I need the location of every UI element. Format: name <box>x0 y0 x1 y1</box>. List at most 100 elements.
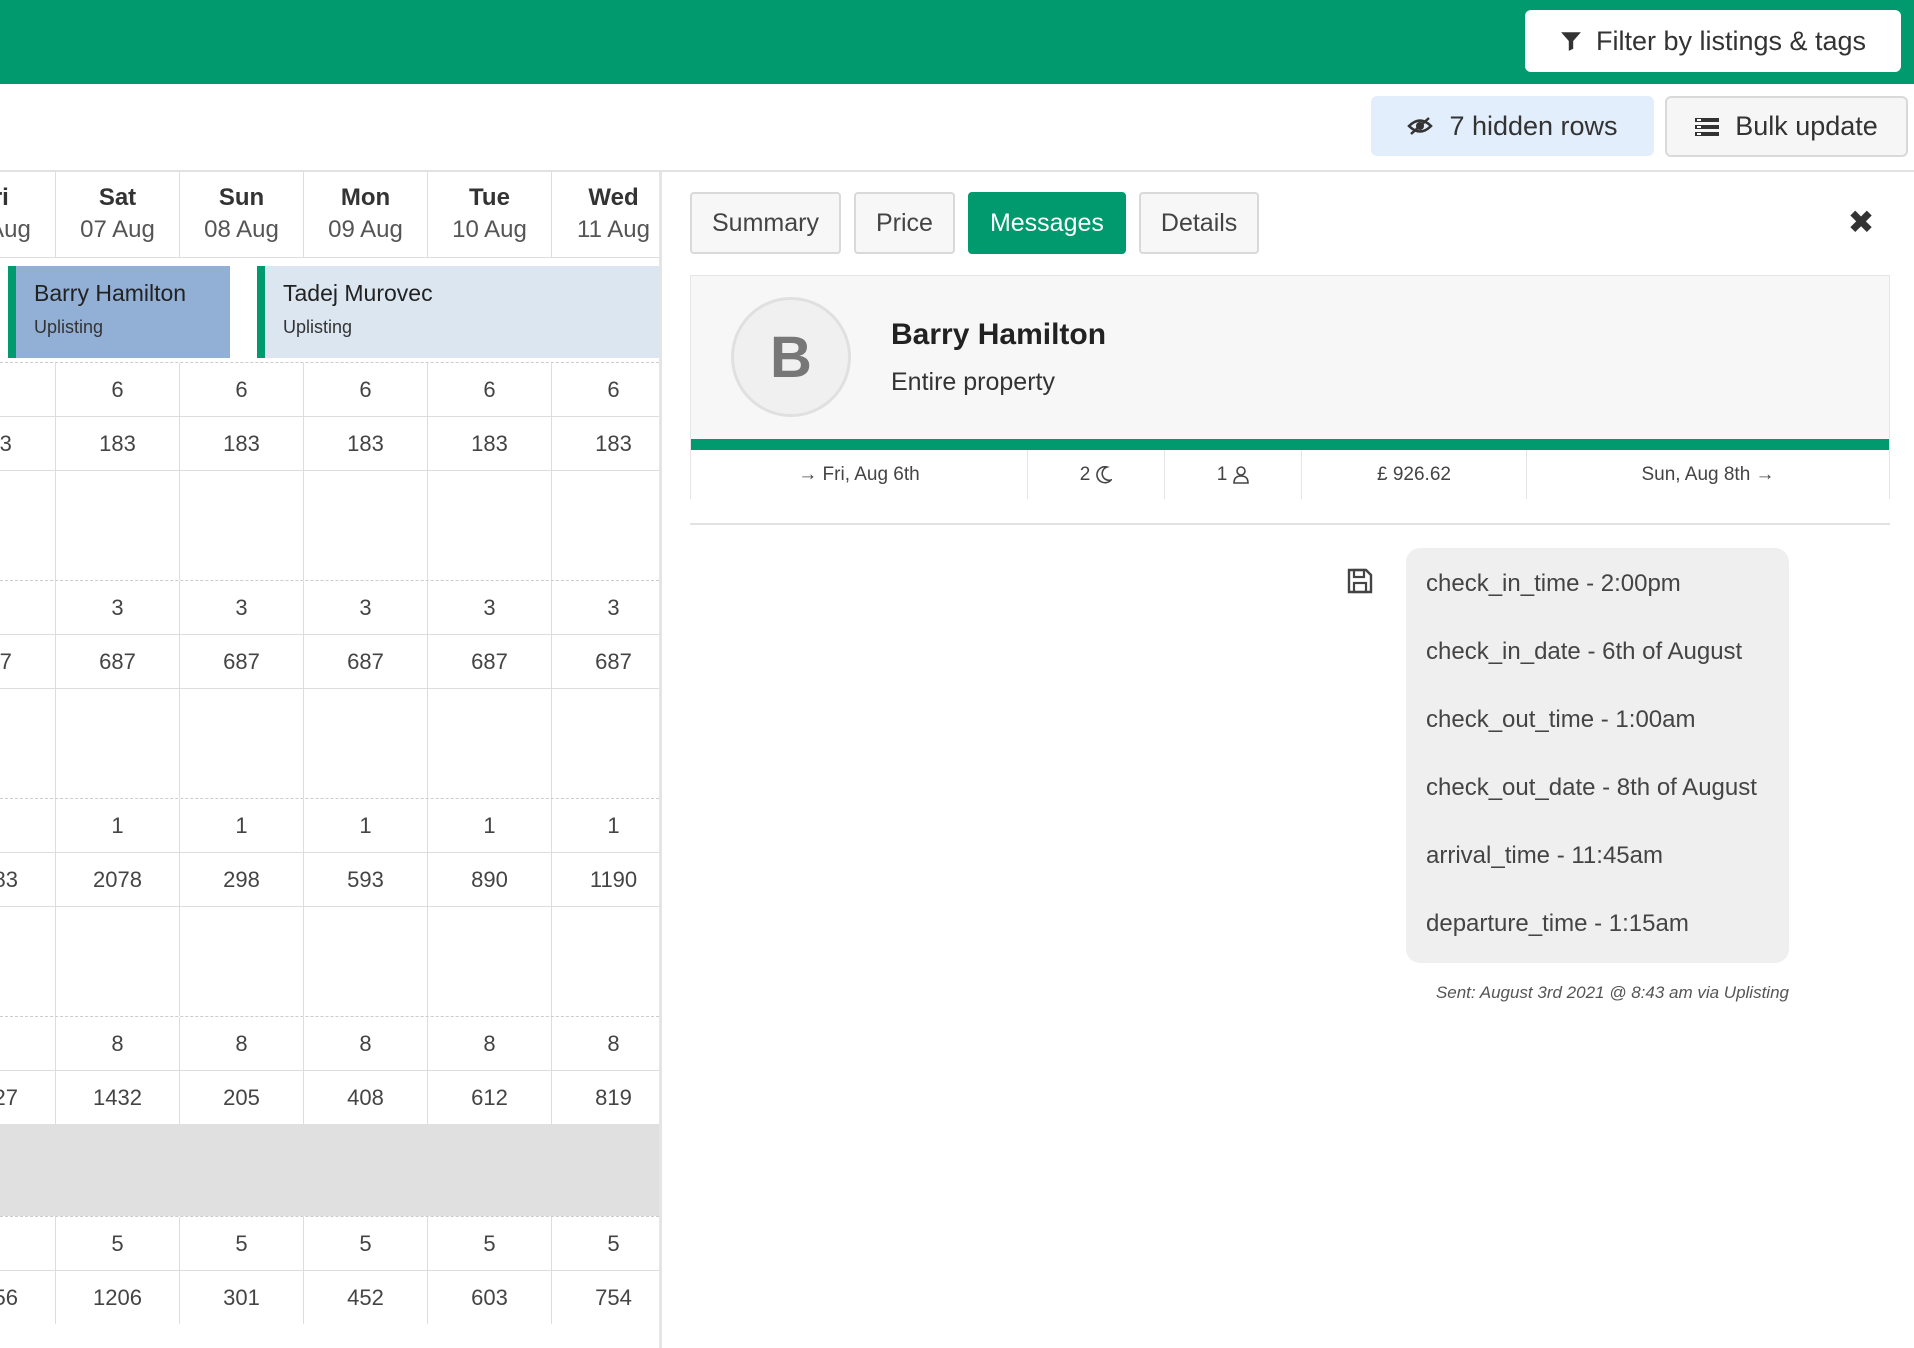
calendar-cell[interactable]: 6 <box>304 363 428 416</box>
calendar-cell[interactable]: 8 <box>56 1017 180 1070</box>
calendar-cell[interactable]: 8 <box>180 1017 304 1070</box>
calendar-cell[interactable] <box>0 907 56 1016</box>
calendar-cell[interactable]: 1190 <box>552 853 659 906</box>
column-header[interactable]: Wed 11 Aug <box>552 172 659 258</box>
calendar-cell[interactable]: 8 <box>0 1017 56 1070</box>
calendar-cell[interactable] <box>428 907 552 1016</box>
hidden-rows-button[interactable]: 7 hidden rows <box>1371 96 1654 156</box>
column-header[interactable]: Fri 06 Aug <box>0 172 56 258</box>
calendar-cell[interactable]: 687 <box>0 635 56 688</box>
calendar-cell[interactable]: 5 <box>0 1217 56 1270</box>
calendar-cell[interactable] <box>304 907 428 1016</box>
calendar-cell[interactable]: 408 <box>304 1071 428 1124</box>
calendar-cell[interactable]: 205 <box>180 1071 304 1124</box>
calendar-cell[interactable]: 3 <box>552 581 659 634</box>
calendar-cell[interactable]: 3 <box>428 581 552 634</box>
calendar-cell[interactable]: 1 <box>428 799 552 852</box>
calendar-cell[interactable]: 612 <box>428 1071 552 1124</box>
calendar-cell[interactable]: 183 <box>552 417 659 470</box>
tab-summary[interactable]: Summary <box>690 192 841 254</box>
calendar-cell[interactable]: 1 <box>56 799 180 852</box>
calendar-cell[interactable]: 5 <box>552 1217 659 1270</box>
calendar-cell[interactable] <box>56 689 180 798</box>
calendar-cell[interactable]: 603 <box>428 1271 552 1324</box>
calendar-cell[interactable]: 687 <box>56 635 180 688</box>
calendar-cell[interactable]: 5 <box>304 1217 428 1270</box>
calendar-cell[interactable]: 1 <box>0 799 56 852</box>
calendar-cell[interactable]: 687 <box>552 635 659 688</box>
booking-bar[interactable]: Barry Hamilton Uplisting <box>8 266 230 358</box>
calendar-cell[interactable] <box>428 471 552 580</box>
calendar-cell[interactable]: 3 <box>180 581 304 634</box>
calendar-cell[interactable]: 1 <box>552 799 659 852</box>
tab-price[interactable]: Price <box>853 192 955 254</box>
calendar-cell[interactable]: 3 <box>304 581 428 634</box>
booking-guest-name: Tadej Murovec <box>283 280 433 306</box>
calendar-cell[interactable]: 6 <box>0 363 56 416</box>
calendar-cell[interactable]: 8 <box>304 1017 428 1070</box>
calendar-cell[interactable]: 1206 <box>56 1271 180 1324</box>
calendar-cell[interactable]: 819 <box>552 1071 659 1124</box>
calendar-cell[interactable]: 1056 <box>0 1271 56 1324</box>
calendar-cell[interactable]: 183 <box>180 417 304 470</box>
calendar-cell[interactable] <box>0 689 56 798</box>
column-date: 11 Aug <box>577 216 650 243</box>
calendar-cell[interactable]: 452 <box>304 1271 428 1324</box>
calendar-cell[interactable]: 6 <box>56 363 180 416</box>
calendar-cell[interactable]: 8 <box>428 1017 552 1070</box>
calendar-cell[interactable]: 1432 <box>56 1071 180 1124</box>
column-header[interactable]: Mon 09 Aug <box>304 172 428 258</box>
booking-bar[interactable]: Tadej Murovec Uplisting <box>257 266 659 358</box>
column-header[interactable]: Sat 07 Aug <box>56 172 180 258</box>
calendar-cell[interactable]: 3 <box>0 581 56 634</box>
column-header[interactable]: Sun 08 Aug <box>180 172 304 258</box>
calendar-cell[interactable] <box>304 689 428 798</box>
calendar-cell[interactable]: 754 <box>552 1271 659 1324</box>
calendar-cell[interactable]: 687 <box>428 635 552 688</box>
calendar-cell[interactable] <box>552 471 659 580</box>
calendar-cell[interactable]: 5 <box>428 1217 552 1270</box>
calendar-cell[interactable]: 183 <box>0 417 56 470</box>
calendar-cell[interactable]: 183 <box>56 417 180 470</box>
calendar-cell[interactable]: 593 <box>304 853 428 906</box>
column-header[interactable]: Tue 10 Aug <box>428 172 552 258</box>
calendar-cell[interactable]: 5 <box>180 1217 304 1270</box>
filter-button-label: Filter by listings & tags <box>1595 25 1867 56</box>
calendar-cell[interactable]: 1 <box>180 799 304 852</box>
calendar-cell[interactable]: 6 <box>180 363 304 416</box>
calendar-cell[interactable]: 687 <box>304 635 428 688</box>
calendar-cell[interactable]: 6 <box>552 363 659 416</box>
calendar-cell[interactable]: 183 <box>428 417 552 470</box>
calendar-cell[interactable]: 8 <box>552 1017 659 1070</box>
calendar-cell[interactable]: 183 <box>304 417 428 470</box>
filter-button[interactable]: Filter by listings & tags <box>1525 10 1901 72</box>
tab-messages[interactable]: Messages <box>967 192 1126 254</box>
bulk-update-button[interactable]: Bulk update <box>1665 96 1908 157</box>
calendar-cell[interactable]: 1 <box>304 799 428 852</box>
calendar-cell[interactable] <box>180 907 304 1016</box>
close-icon[interactable]: ✖ <box>1846 204 1876 240</box>
save-icon[interactable] <box>1346 567 1374 595</box>
tab-details[interactable]: Details <box>1138 192 1260 254</box>
calendar-cell[interactable] <box>428 689 552 798</box>
calendar-cell[interactable]: 3 <box>56 581 180 634</box>
price-row: 12271432205408612819 <box>0 1070 659 1124</box>
calendar-cell[interactable] <box>552 907 659 1016</box>
calendar-cell[interactable] <box>180 471 304 580</box>
calendar-cell[interactable]: 1783 <box>0 853 56 906</box>
calendar-cell[interactable] <box>56 471 180 580</box>
calendar-cell[interactable]: 687 <box>180 635 304 688</box>
calendar-cell[interactable]: 890 <box>428 853 552 906</box>
calendar-cell[interactable]: 301 <box>180 1271 304 1324</box>
calendar-cell[interactable]: 2078 <box>56 853 180 906</box>
calendar-cell[interactable] <box>0 471 56 580</box>
calendar-cell[interactable]: 1227 <box>0 1071 56 1124</box>
calendar-cell[interactable]: 6 <box>428 363 552 416</box>
person-icon <box>1233 465 1250 484</box>
calendar-cell[interactable] <box>56 907 180 1016</box>
calendar-cell[interactable]: 298 <box>180 853 304 906</box>
calendar-cell[interactable]: 5 <box>56 1217 180 1270</box>
calendar-cell[interactable] <box>180 689 304 798</box>
calendar-cell[interactable] <box>552 689 659 798</box>
calendar-cell[interactable] <box>304 471 428 580</box>
